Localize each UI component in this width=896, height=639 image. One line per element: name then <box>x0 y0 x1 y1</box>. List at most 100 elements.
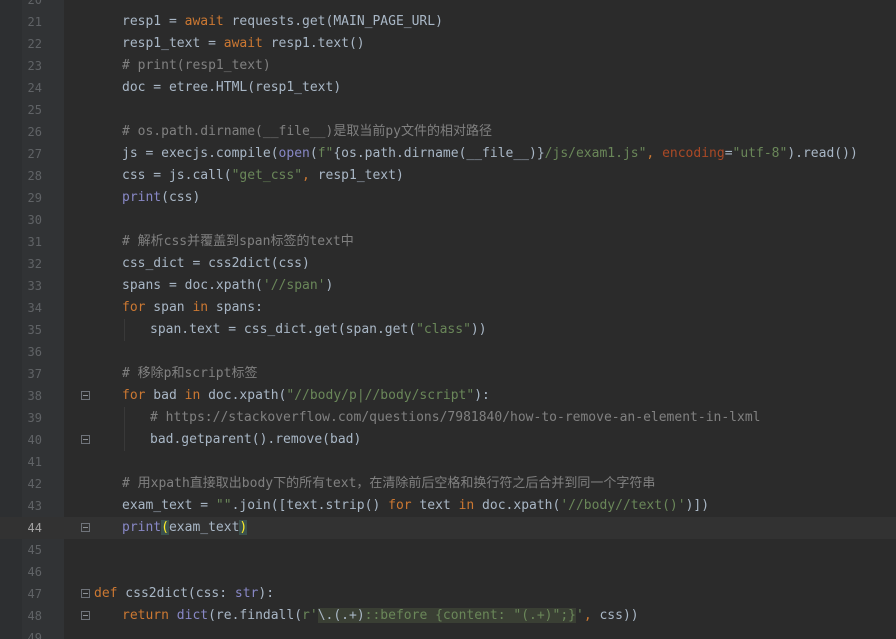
code-line[interactable]: 46 <box>0 561 896 583</box>
code-line[interactable]: 20 <box>0 0 896 11</box>
code-editor[interactable]: 20 21 resp1 = await requests.get(MAIN_PAGE… <box>0 0 896 639</box>
line-number: 22 <box>27 37 42 51</box>
code-text: # print(resp1_text) <box>122 55 271 77</box>
code-token: str <box>234 586 259 601</box>
code-token: for <box>388 498 412 513</box>
code-line[interactable]: 42 # 用xpath直接取出body下的所有text，在清除前后空格和换行符之后… <box>0 473 896 495</box>
code-line[interactable]: 25 <box>0 99 896 121</box>
code-line[interactable]: 29 print(css) <box>0 187 896 209</box>
code-token: bad.getparent().remove(bad) <box>150 432 362 447</box>
code-token: r' <box>302 608 318 623</box>
code-line[interactable]: 21 resp1 = await requests.get(MAIN_PAGE_U… <box>0 11 896 33</box>
fold-marker-icon[interactable] <box>81 435 90 444</box>
code-line[interactable]: 37 # 移除p和script标签 <box>0 363 896 385</box>
code-line[interactable]: 48 return dict(re.findall(r'\.(.+)::befor… <box>0 605 896 627</box>
fold-marker-icon[interactable] <box>81 523 90 532</box>
line-number: 33 <box>27 279 42 293</box>
fold-marker-icon[interactable] <box>81 391 90 400</box>
code-token: ).read()) <box>787 146 858 161</box>
code-line[interactable]: 39 # https://stackoverflow.com/questions/… <box>0 407 896 429</box>
code-line[interactable]: 30 <box>0 209 896 231</box>
code-line[interactable]: 34 for span in spans: <box>0 297 896 319</box>
code-line[interactable]: 43 exam_text = "".join([text.strip() for … <box>0 495 896 517</box>
code-token: for <box>122 300 146 315</box>
code-line[interactable]: 35 span.text = css_dict.get(span.get("cla… <box>0 319 896 341</box>
code-token: {os.path.dirname(__file__)} <box>333 146 545 161</box>
code-line[interactable]: 45 <box>0 539 896 561</box>
code-token: css_dict = css2dict(css) <box>122 256 310 271</box>
code-token: def <box>94 586 118 601</box>
code-token: # https://stackoverflow.com/questions/79… <box>150 410 761 425</box>
code-token: css2dict(css: <box>117 586 235 601</box>
line-number: 29 <box>27 191 42 205</box>
code-token: encoding <box>662 146 725 161</box>
code-token: await <box>184 14 224 29</box>
code-text: js = execjs.compile(open(f"{os.path.dirn… <box>122 143 858 165</box>
line-number: 25 <box>27 103 42 117</box>
code-token: /js/exam1.js" <box>544 146 647 161</box>
code-token: in <box>458 498 475 513</box>
code-token: ) <box>325 278 334 293</box>
code-line[interactable]: 33 spans = doc.xpath('//span') <box>0 275 896 297</box>
code-token: ( <box>309 146 318 161</box>
code-text: span.text = css_dict.get(span.get("class… <box>150 319 487 341</box>
code-token: in <box>184 388 201 403</box>
code-text: # os.path.dirname(__file__)是取当前py文件的相对路径 <box>122 121 492 143</box>
code-text: resp1_text = await resp1.text() <box>122 33 365 55</box>
code-token: ): <box>474 388 490 403</box>
code-line[interactable]: 27 js = execjs.compile(open(f"{os.path.di… <box>0 143 896 165</box>
fold-marker-icon[interactable] <box>81 589 90 598</box>
code-line[interactable]: 49 <box>0 627 896 639</box>
code-line[interactable]: 38 for bad in doc.xpath("//body/p|//body/… <box>0 385 896 407</box>
line-number: 47 <box>27 587 42 601</box>
code-token: "//body/p|//body/script" <box>286 388 475 403</box>
code-line[interactable]: 44 print(exam_text) <box>0 517 896 539</box>
code-line[interactable]: 28 css = js.call("get_css", resp1_text) <box>0 165 896 187</box>
code-text: bad.getparent().remove(bad) <box>150 429 361 451</box>
code-line[interactable]: 31 # 解析css并覆盖到span标签的text中 <box>0 231 896 253</box>
line-number: 45 <box>27 543 42 557</box>
code-token: f" <box>317 146 334 161</box>
code-lines: 20 21 resp1 = await requests.get(MAIN_PAGE… <box>0 0 896 639</box>
code-token: bad <box>145 388 185 403</box>
code-text: spans = doc.xpath('//span') <box>122 275 333 297</box>
code-line[interactable]: 22 resp1_text = await resp1.text() <box>0 33 896 55</box>
code-token: exam_text <box>168 520 240 535</box>
line-number: 49 <box>27 631 42 639</box>
indent-guide <box>124 407 125 429</box>
line-number: 42 <box>27 477 42 491</box>
code-token: = <box>724 146 733 161</box>
code-line[interactable]: 41 <box>0 451 896 473</box>
line-number: 44 <box>27 521 42 535</box>
code-line[interactable]: 23 # print(resp1_text) <box>0 55 896 77</box>
code-token: , <box>646 146 663 161</box>
code-token: resp1_text = <box>122 36 224 51</box>
code-text: for span in spans: <box>122 297 263 319</box>
code-token: css = js.call( <box>122 168 232 183</box>
code-text: exam_text = "".join([text.strip() for te… <box>122 495 709 517</box>
code-line[interactable]: 32 css_dict = css2dict(css) <box>0 253 896 275</box>
code-token: ( <box>161 520 169 535</box>
line-number: 46 <box>27 565 42 579</box>
code-token: open <box>278 146 310 161</box>
line-number: 41 <box>27 455 42 469</box>
line-number: 28 <box>27 169 42 183</box>
code-token: in <box>192 300 209 315</box>
code-text: # 用xpath直接取出body下的所有text，在清除前后空格和换行符之后合并… <box>122 473 655 495</box>
code-line[interactable]: 47 def css2dict(css: str): <box>0 583 896 605</box>
code-line[interactable]: 36 <box>0 341 896 363</box>
line-number: 23 <box>27 59 42 73</box>
line-number: 40 <box>27 433 42 447</box>
line-number: 34 <box>27 301 42 315</box>
code-line[interactable]: 40 bad.getparent().remove(bad) <box>0 429 896 451</box>
fold-marker-icon[interactable] <box>81 611 90 620</box>
code-token: await <box>223 36 263 51</box>
code-token: .join([text.strip() <box>231 498 389 513</box>
code-line[interactable]: 24 doc = etree.HTML(resp1_text) <box>0 77 896 99</box>
code-token: ' <box>575 608 584 623</box>
code-line[interactable]: 26 # os.path.dirname(__file__)是取当前py文件的相对… <box>0 121 896 143</box>
code-token: '//span' <box>262 278 326 293</box>
line-number: 35 <box>27 323 42 337</box>
line-number: 21 <box>27 15 42 29</box>
code-token: requests.get(MAIN_PAGE_URL) <box>223 14 443 29</box>
